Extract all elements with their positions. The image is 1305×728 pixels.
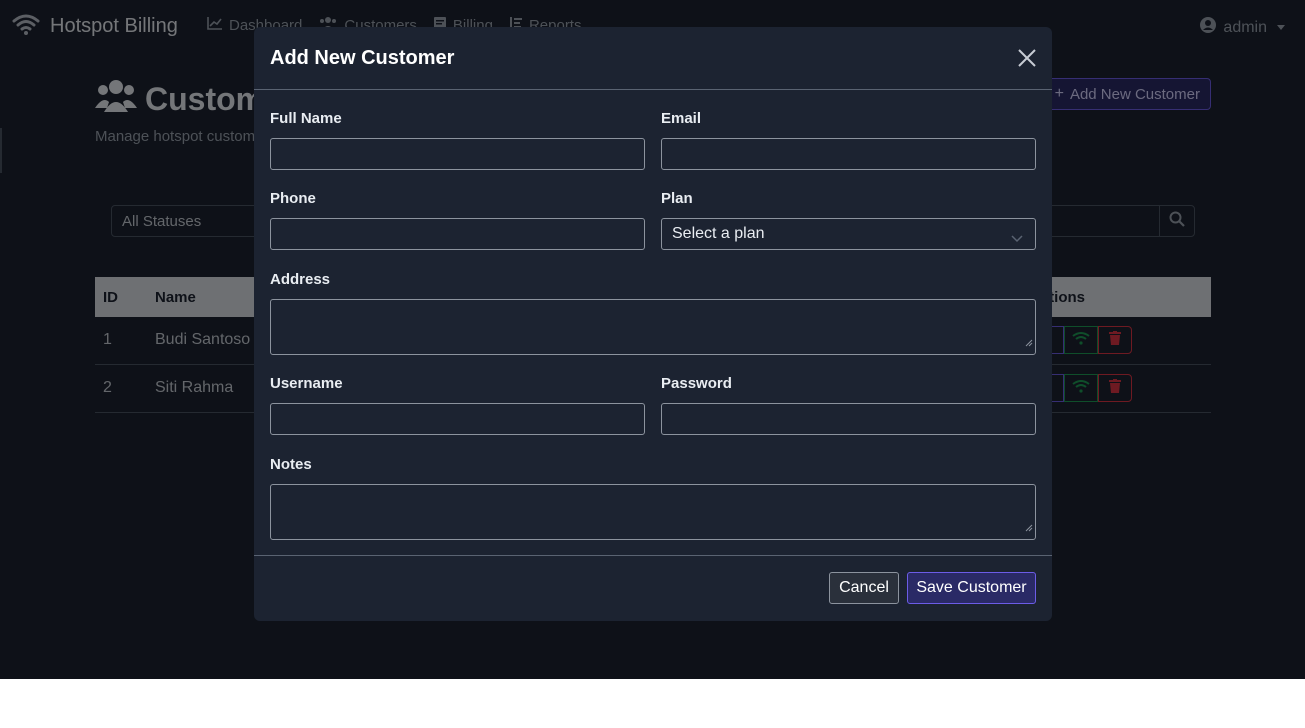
phone-field[interactable] bbox=[270, 218, 645, 250]
full-name-label: Full Name bbox=[270, 110, 342, 127]
notes-label: Notes bbox=[270, 456, 312, 473]
address-textarea[interactable] bbox=[270, 299, 1036, 355]
plan-label: Plan bbox=[661, 190, 693, 207]
notes-textarea[interactable] bbox=[270, 484, 1036, 540]
username-field[interactable] bbox=[270, 403, 645, 435]
plan-selected-value: Select a plan bbox=[672, 225, 765, 242]
address-label: Address bbox=[270, 271, 331, 288]
username-label: Username bbox=[270, 375, 343, 392]
resize-grip-icon[interactable] bbox=[1025, 334, 1033, 352]
modal-title: Add New Customer bbox=[270, 47, 455, 69]
password-field[interactable] bbox=[661, 403, 1036, 435]
phone-label: Phone bbox=[270, 190, 316, 207]
close-icon bbox=[1016, 49, 1038, 73]
cancel-button[interactable]: Cancel bbox=[829, 572, 899, 604]
plan-select[interactable]: Select a plan bbox=[661, 218, 1036, 250]
email-label: Email bbox=[661, 110, 702, 127]
close-button[interactable] bbox=[1016, 47, 1038, 69]
password-label: Password bbox=[661, 375, 732, 392]
email-field[interactable] bbox=[661, 138, 1036, 170]
save-customer-button[interactable]: Save Customer bbox=[907, 572, 1036, 604]
app-root: Hotspot Billing Dashboard Customers Bill… bbox=[0, 0, 1305, 679]
modal-footer: Cancel Save Customer bbox=[254, 555, 1052, 622]
modal-header: Add New Customer bbox=[254, 27, 1052, 90]
add-customer-modal: Add New Customer Full Name Email Phone P… bbox=[254, 27, 1052, 621]
chevron-down-icon bbox=[1011, 230, 1023, 248]
resize-grip-icon[interactable] bbox=[1025, 519, 1033, 537]
full-name-field[interactable] bbox=[270, 138, 645, 170]
